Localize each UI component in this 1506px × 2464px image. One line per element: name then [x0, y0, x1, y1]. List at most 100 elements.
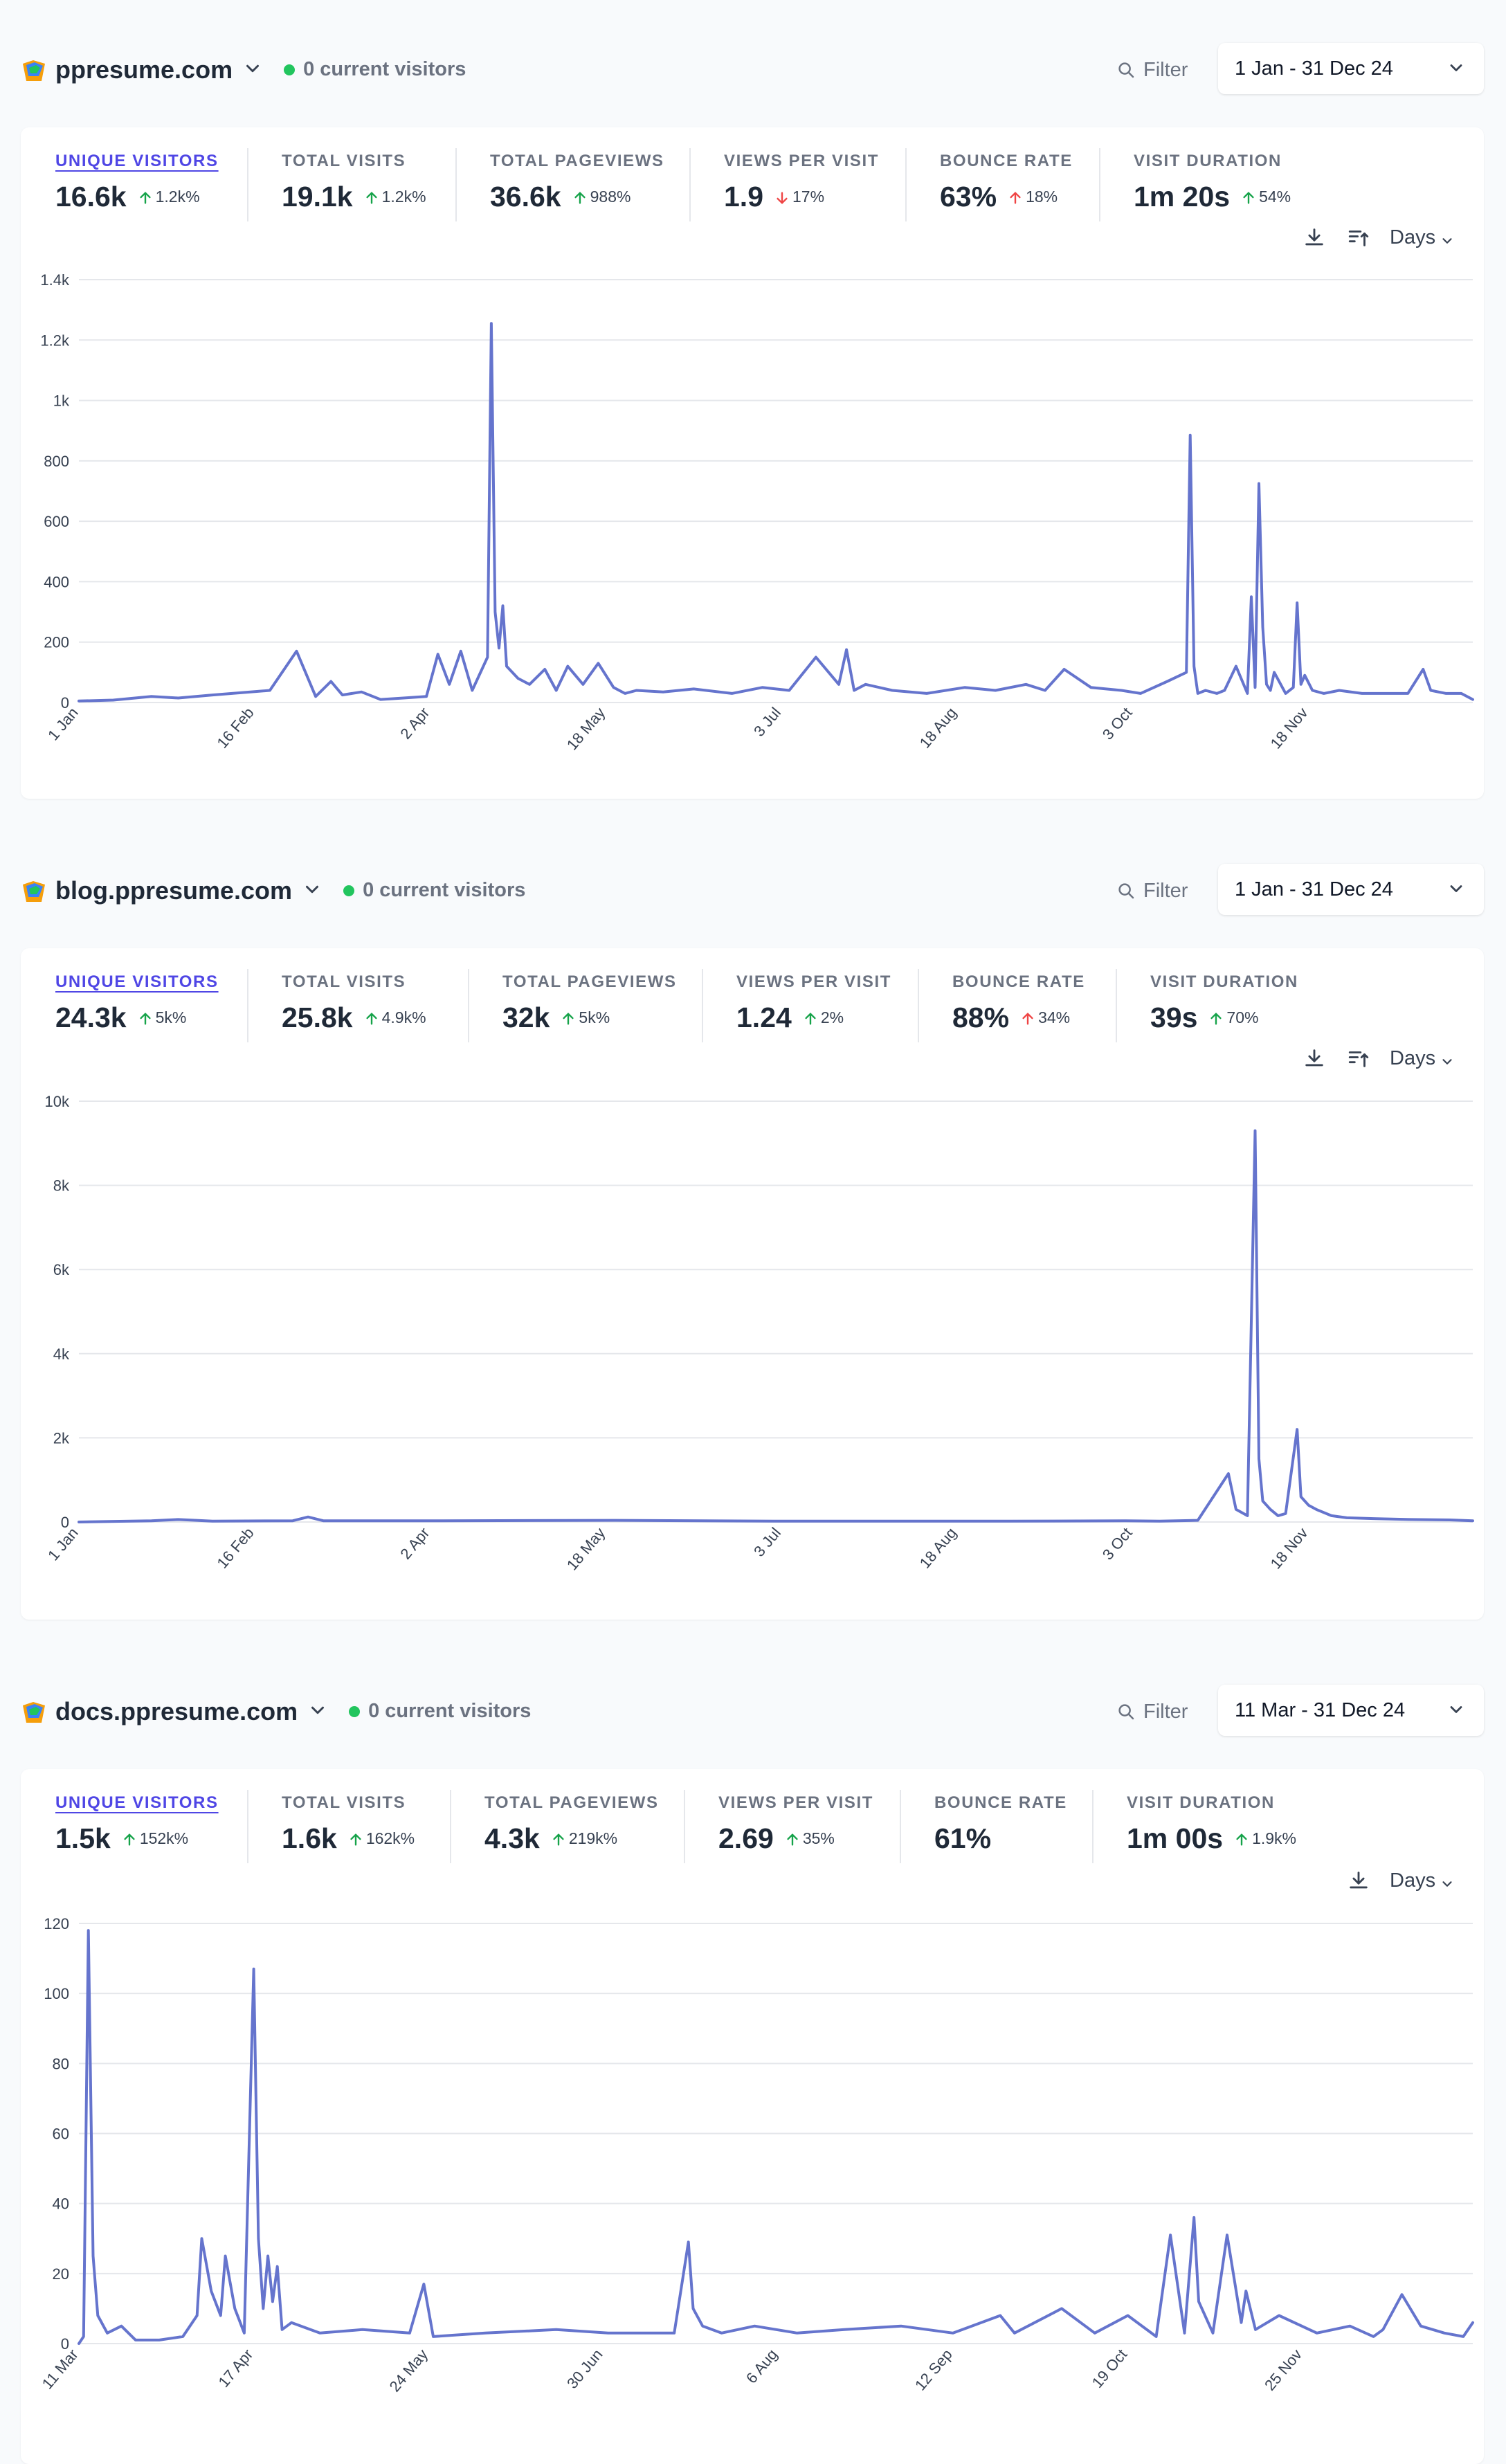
metric-views-per-visit[interactable]: VIEWS PER VISIT 2.69 35% [718, 1793, 873, 1856]
metric-total-visits[interactable]: TOTAL VISITS 25.8k 4.9k% [282, 972, 426, 1035]
metric-change-value: 54% [1259, 188, 1291, 206]
metric-label: TOTAL VISITS [282, 152, 406, 170]
metric-value-row: 19.1k 1.2k% [282, 179, 426, 215]
metric-total-pageviews[interactable]: TOTAL PAGEVIEWS 4.3k 219k% [484, 1793, 659, 1856]
interval-picker[interactable]: Days [1390, 1867, 1455, 1894]
metric-change-value: 17% [792, 188, 825, 206]
metric-total-pageviews[interactable]: TOTAL PAGEVIEWS 36.6k 988% [490, 151, 664, 215]
metric-label: VISIT DURATION [1127, 1793, 1275, 1812]
metric-label: TOTAL PAGEVIEWS [490, 152, 664, 170]
interval-picker[interactable]: Days [1390, 1044, 1455, 1072]
stats-card: UNIQUE VISITORS 24.3k 5k% TOTAL VISITS 25.8k… [21, 948, 1484, 1620]
date-range-picker[interactable]: 1 Jan - 31 Dec 24 [1218, 43, 1484, 94]
metric-visit-duration[interactable]: VISIT DURATION 39s 70% [1150, 972, 1298, 1035]
arrow-up-icon [1020, 1008, 1038, 1026]
metric-change: 1.2k% [364, 179, 426, 215]
site-section: ppresume.com 0 current visitors Filter 1 Ja… [0, 0, 1506, 821]
site-switcher-chevron-icon[interactable] [302, 879, 323, 900]
metric-value-row: 63% 18% [940, 179, 1073, 215]
dashboard-page: ppresume.com 0 current visitors Filter 1 Ja… [0, 0, 1506, 2464]
chevron-down-icon [1446, 879, 1466, 898]
arrow-up-icon [1008, 188, 1026, 206]
metric-change: 5k% [138, 999, 186, 1035]
site-section: blog.ppresume.com 0 current visitors Filte… [0, 821, 1506, 1642]
metric-visit-duration[interactable]: VISIT DURATION 1m 00s 1.9k% [1127, 1793, 1296, 1856]
date-range-picker[interactable]: 11 Mar - 31 Dec 24 [1218, 1685, 1484, 1736]
chevron-down-icon [1446, 1700, 1466, 1719]
metric-label: VIEWS PER VISIT [718, 1793, 874, 1812]
metric-change-value: 1.2k% [381, 188, 426, 206]
metric-value-row: 1.9 17% [724, 179, 879, 215]
metric-value-row: 4.3k 219k% [484, 1820, 659, 1856]
metric-value: 1.24 [736, 1002, 792, 1033]
metric-unique-visitors[interactable]: UNIQUE VISITORS 16.6k 1.2k% [55, 151, 219, 215]
site-domain-title[interactable]: docs.ppresume.com [55, 1696, 298, 1728]
metric-bounce-rate[interactable]: BOUNCE RATE 61% [934, 1793, 1067, 1856]
metric-divider [247, 1790, 248, 1863]
metric-value-row: 25.8k 4.9k% [282, 999, 426, 1035]
metric-views-per-visit[interactable]: VIEWS PER VISIT 1.24 2% [736, 972, 891, 1035]
site-domain-title[interactable]: blog.ppresume.com [55, 875, 292, 907]
metric-change: 2% [803, 999, 844, 1035]
sort-icon[interactable] [1347, 1047, 1370, 1070]
metric-value-row: 2.69 35% [718, 1820, 873, 1856]
metric-unique-visitors[interactable]: UNIQUE VISITORS 1.5k 152k% [55, 1793, 219, 1856]
metric-value: 1.5k [55, 1822, 111, 1854]
metric-value-row: 1m 20s 54% [1134, 179, 1291, 215]
metric-change-value: 219k% [568, 1829, 618, 1847]
metric-label: TOTAL VISITS [282, 972, 406, 991]
metric-change: 70% [1208, 999, 1258, 1035]
date-range-picker[interactable]: 1 Jan - 31 Dec 24 [1218, 864, 1484, 915]
metric-label: VISIT DURATION [1150, 972, 1298, 991]
metric-divider [918, 969, 919, 1042]
metric-divider [247, 969, 248, 1042]
metric-visit-duration[interactable]: VISIT DURATION 1m 20s 54% [1134, 151, 1291, 215]
filter-button[interactable]: Filter [1109, 53, 1199, 86]
metric-value: 16.6k [55, 181, 127, 212]
current-visitors-label[interactable]: 0 current visitors [303, 57, 466, 82]
metric-total-visits[interactable]: TOTAL VISITS 19.1k 1.2k% [282, 151, 426, 215]
interval-label: Days [1390, 1869, 1436, 1892]
metric-value: 36.6k [490, 181, 561, 212]
site-domain-title[interactable]: ppresume.com [55, 54, 233, 86]
metric-value: 88% [952, 1002, 1010, 1033]
chevron-down-icon [1435, 1056, 1455, 1067]
metric-change: 162k% [348, 1820, 415, 1856]
metric-label: VISIT DURATION [1134, 152, 1282, 170]
filter-label: Filter [1143, 880, 1188, 902]
metric-change: 988% [572, 179, 630, 215]
sort-icon[interactable] [1347, 226, 1370, 249]
current-visitors-label[interactable]: 0 current visitors [363, 878, 525, 903]
live-indicator-dot [343, 885, 355, 896]
site-switcher-chevron-icon[interactable] [307, 1700, 328, 1721]
filter-button[interactable]: Filter [1109, 873, 1199, 907]
metric-value: 2.69 [718, 1822, 774, 1854]
date-range-label: 1 Jan - 31 Dec 24 [1235, 878, 1393, 900]
site-header: blog.ppresume.com 0 current visitors Filte… [0, 821, 1506, 915]
metric-change-value: 2% [820, 1008, 844, 1026]
metric-label: BOUNCE RATE [934, 1793, 1067, 1812]
metric-unique-visitors[interactable]: UNIQUE VISITORS 24.3k 5k% [55, 972, 219, 1035]
metric-change-value: 70% [1226, 1008, 1259, 1026]
arrow-up-icon [364, 188, 382, 206]
metric-total-visits[interactable]: TOTAL VISITS 1.6k 162k% [282, 1793, 415, 1856]
metric-change: 1.9k% [1234, 1820, 1296, 1856]
filter-button[interactable]: Filter [1109, 1694, 1199, 1728]
metric-total-pageviews[interactable]: TOTAL PAGEVIEWS 32k 5k% [502, 972, 677, 1035]
download-icon[interactable] [1303, 1047, 1326, 1070]
download-icon[interactable] [1347, 1869, 1370, 1892]
site-switcher-chevron-icon[interactable] [242, 58, 263, 79]
metric-label: VIEWS PER VISIT [724, 152, 880, 170]
metric-change: 4.9k% [364, 999, 426, 1035]
arrow-up-icon [138, 1008, 156, 1026]
arrow-up-icon [803, 1008, 821, 1026]
metric-value-row: 1m 00s 1.9k% [1127, 1820, 1296, 1856]
site-favicon-icon [21, 1700, 47, 1726]
current-visitors-label[interactable]: 0 current visitors [368, 1698, 531, 1723]
interval-picker[interactable]: Days [1390, 224, 1455, 251]
metric-bounce-rate[interactable]: BOUNCE RATE 63% 18% [940, 151, 1073, 215]
download-icon[interactable] [1303, 226, 1326, 249]
metric-views-per-visit[interactable]: VIEWS PER VISIT 1.9 17% [724, 151, 879, 215]
metric-bounce-rate[interactable]: BOUNCE RATE 88% 34% [952, 972, 1085, 1035]
arrow-up-icon [1208, 1008, 1226, 1026]
